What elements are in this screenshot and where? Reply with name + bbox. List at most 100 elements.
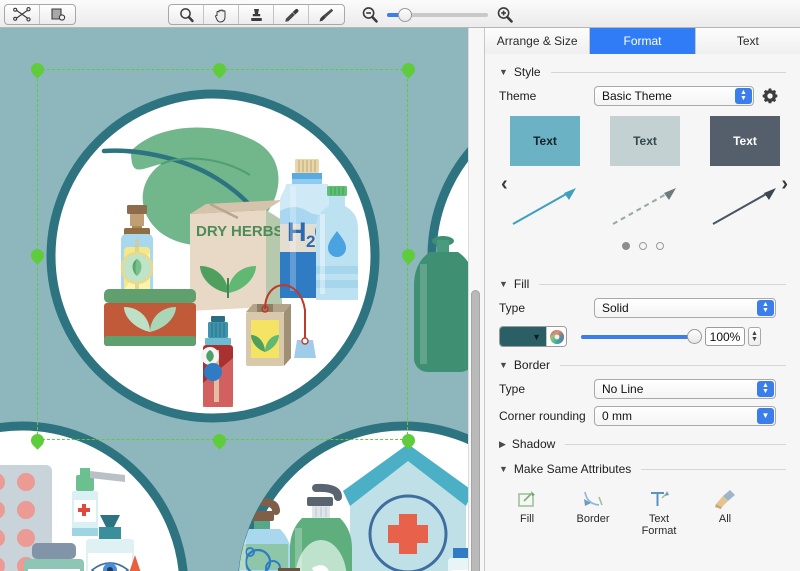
zoom-control	[360, 3, 515, 26]
section-shadow-label: Shadow	[511, 437, 556, 451]
make-same-all-button[interactable]: All	[699, 484, 751, 537]
style-preview-gallery: ‹ › Text Text Text	[485, 116, 800, 266]
section-fill-header[interactable]: ▼ Fill	[485, 277, 800, 291]
section-divider	[550, 71, 786, 73]
style-preview-2-label: Text	[633, 134, 657, 148]
style-preview-3-arrow	[710, 184, 780, 233]
color-wheel-icon[interactable]	[546, 327, 566, 346]
zoom-in-icon[interactable]	[495, 5, 515, 25]
style-page-dots	[485, 242, 800, 250]
chevron-updown-icon[interactable]: ▲ ▼	[757, 300, 774, 316]
chevron-updown-icon[interactable]: ▲ ▼	[735, 88, 752, 104]
artboard[interactable]: DRY HERBS H 2	[0, 28, 468, 571]
zoom-out-icon[interactable]	[360, 5, 380, 25]
vertical-scrollbar[interactable]	[471, 290, 480, 571]
fill-color-well[interactable]: ▼	[499, 326, 567, 347]
style-preview-1[interactable]: Text	[510, 116, 580, 233]
section-border-header[interactable]: ▼ Border	[485, 358, 800, 372]
corner-rounding-select[interactable]: 0 mm ▼	[594, 406, 776, 426]
toolbar-left-group	[4, 4, 76, 25]
tab-arrange-and-size[interactable]: Arrange & Size	[485, 28, 591, 54]
style-preview-2-arrow	[610, 184, 680, 233]
eyedropper-tool-icon[interactable]	[274, 5, 309, 24]
section-divider	[559, 364, 786, 366]
section-fill-label: Fill	[513, 277, 530, 291]
tab-text[interactable]: Text	[695, 28, 800, 54]
style-page-dot-2[interactable]	[638, 242, 647, 250]
inspector-panel: Arrange & Size Format Text ▼ Style Theme…	[484, 28, 800, 571]
section-divider	[539, 283, 786, 285]
section-make-same-header[interactable]: ▼ Make Same Attributes	[485, 462, 800, 476]
make-same-fill-button[interactable]: Fill	[501, 484, 553, 537]
cut-tool-icon[interactable]	[5, 5, 40, 24]
style-preview-3-label: Text	[733, 134, 757, 148]
section-divider	[565, 443, 786, 445]
fill-color-swatch[interactable]: ▼	[500, 327, 546, 346]
style-preview-1-box[interactable]: Text	[510, 116, 580, 166]
style-preview-3-box[interactable]: Text	[710, 116, 780, 166]
fill-color-row: ▼ 100% ▲ ▼	[485, 326, 800, 347]
section-shadow-header[interactable]: ▶ Shadow	[485, 437, 800, 451]
fill-opacity-stepper[interactable]: ▲ ▼	[748, 327, 761, 346]
disclosure-triangle-open-icon[interactable]: ▼	[499, 464, 508, 474]
fill-type-select[interactable]: Solid ▲ ▼	[594, 298, 776, 318]
zoom-slider[interactable]	[387, 7, 488, 22]
svg-text:DRY HERBS: DRY HERBS	[196, 223, 284, 240]
corner-rounding-row: Corner rounding 0 mm ▼	[485, 406, 800, 426]
make-same-text-format-label-line1: Text	[648, 513, 670, 525]
make-same-attributes-row: Fill Border Text Format All	[485, 484, 800, 537]
theme-label: Theme	[499, 89, 537, 103]
chevron-down-icon[interactable]: ▼	[757, 408, 774, 424]
disclosure-triangle-open-icon[interactable]: ▼	[499, 279, 508, 289]
fill-opacity-value[interactable]: 100%	[705, 327, 745, 346]
border-type-select[interactable]: No Line ▲ ▼	[594, 379, 776, 399]
fill-attribute-icon	[515, 484, 539, 510]
text-format-attribute-icon	[647, 484, 671, 510]
zoom-slider-knob[interactable]	[398, 7, 412, 22]
style-page-dot-3[interactable]	[655, 242, 664, 250]
disclosure-triangle-open-icon[interactable]: ▼	[499, 67, 508, 77]
tab-format[interactable]: Format	[590, 28, 696, 54]
make-same-text-format-label: Text Format	[642, 513, 677, 537]
style-page-dot-1[interactable]	[621, 242, 630, 250]
svg-text:H: H	[287, 217, 307, 247]
paintbrush-tool-icon[interactable]	[309, 5, 344, 24]
style-preview-2-box[interactable]: Text	[610, 116, 680, 166]
style-preview-2[interactable]: Text	[610, 116, 680, 233]
artwork-illustration: DRY HERBS H 2	[0, 28, 468, 571]
fill-opacity-slider-knob[interactable]	[687, 328, 702, 344]
section-border-label: Border	[513, 358, 550, 372]
disclosure-triangle-closed-icon[interactable]: ▶	[499, 439, 506, 449]
canvas-area[interactable]: DRY HERBS H 2	[0, 28, 484, 571]
toolbar	[0, 0, 800, 28]
shape-tool-icon[interactable]	[40, 5, 75, 24]
stamp-tool-icon[interactable]	[239, 5, 274, 24]
zoom-tool-icon[interactable]	[169, 5, 204, 24]
chevron-left-icon[interactable]: ‹	[501, 173, 508, 196]
style-preview-1-arrow	[510, 184, 580, 233]
style-preview-1-label: Text	[533, 134, 557, 148]
style-preview-3[interactable]: Text	[710, 116, 780, 233]
fill-type-label: Type	[499, 301, 526, 315]
application-window: DRY HERBS H 2 Arrange & Size Format Text…	[0, 0, 800, 571]
theme-row: Theme Basic Theme ▲ ▼	[485, 86, 800, 106]
theme-select[interactable]: Basic Theme ▲ ▼	[594, 86, 754, 106]
make-same-text-format-label-line2: Format	[641, 525, 677, 537]
make-same-text-format-button[interactable]: Text Format	[633, 484, 685, 537]
gear-icon[interactable]	[761, 87, 779, 105]
section-divider	[641, 468, 786, 470]
chevron-updown-icon[interactable]: ▲ ▼	[757, 381, 774, 397]
border-type-label: Type	[499, 382, 526, 396]
border-attribute-icon	[581, 484, 605, 510]
fill-opacity-slider[interactable]	[581, 328, 702, 344]
section-style-header[interactable]: ▼ Style	[485, 65, 800, 79]
disclosure-triangle-open-icon[interactable]: ▼	[499, 360, 508, 370]
chevron-right-icon[interactable]: ›	[781, 173, 788, 196]
chevron-down-icon[interactable]: ▼	[532, 332, 541, 342]
hand-tool-icon[interactable]	[204, 5, 239, 24]
format-panel: ▼ Style Theme Basic Theme ▲ ▼ ‹ › Text T…	[485, 54, 800, 570]
theme-value: Basic Theme	[602, 89, 672, 103]
make-same-border-button[interactable]: Border	[567, 484, 619, 537]
all-attributes-icon	[713, 484, 737, 510]
make-same-all-label: All	[718, 513, 732, 525]
